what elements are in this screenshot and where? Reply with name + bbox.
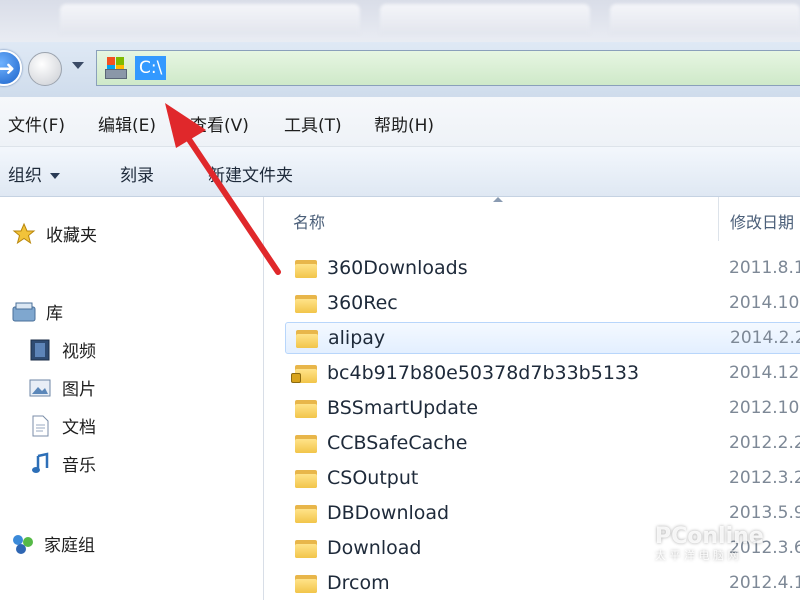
forward-button[interactable] (28, 52, 62, 86)
picture-icon (28, 376, 54, 400)
file-name: 360Rec (327, 292, 398, 314)
file-modified-date: 2013.5.9 (729, 503, 800, 523)
menu-file[interactable]: 文件(F) (8, 111, 65, 136)
drive-icon (103, 55, 129, 81)
menu-edit[interactable]: 编辑(E) (98, 111, 156, 136)
video-icon (28, 338, 54, 362)
address-path[interactable]: C:\ (135, 56, 167, 80)
file-name: 360Downloads (327, 257, 468, 279)
file-row[interactable]: Drcom 2012.4.1 (285, 567, 800, 599)
file-name: DBDownload (327, 502, 450, 524)
folder-icon (295, 398, 317, 418)
file-name: BSSmartUpdate (327, 397, 479, 419)
file-name: alipay (328, 327, 386, 349)
file-row[interactable]: CCBSafeCache 2012.2.2 (285, 427, 800, 459)
file-row[interactable]: 360Rec 2014.10 (285, 287, 800, 319)
homegroup-icon (10, 532, 36, 556)
blurred-tab[interactable] (60, 4, 360, 34)
column-header-row: 名称 修改日期 (265, 197, 800, 241)
column-name-header[interactable]: 名称 (293, 209, 325, 233)
nav-pictures-label: 图片 (62, 380, 96, 400)
file-modified-date: 2012.4.1 (729, 573, 800, 593)
browser-tab-strip (0, 0, 800, 42)
address-bar[interactable]: C:\ (96, 50, 800, 86)
nav-favorites-label: 收藏夹 (46, 226, 97, 246)
watermark-logo: PConline 太 平 洋 电 脑 网 (655, 524, 764, 563)
blurred-tab[interactable] (380, 4, 590, 34)
file-row[interactable]: alipay 2014.2.2 (285, 322, 800, 354)
nav-libraries-label: 库 (46, 304, 63, 324)
nav-libraries[interactable]: 库 (12, 299, 63, 324)
nav-documents-label: 文档 (62, 418, 96, 438)
nav-pictures[interactable]: 图片 (28, 375, 96, 400)
file-row[interactable]: BSSmartUpdate 2012.10 (285, 392, 800, 424)
column-divider[interactable] (718, 197, 719, 241)
nav-videos[interactable]: 视频 (28, 337, 96, 362)
file-modified-date: 2014.10 (729, 293, 800, 313)
nav-music[interactable]: 音乐 (28, 451, 96, 476)
locked-folder-icon (291, 363, 317, 383)
nav-documents[interactable]: 文档 (28, 413, 96, 438)
file-modified-date: 2012.10 (729, 398, 800, 418)
folder-icon (295, 503, 317, 523)
new-folder-button[interactable]: 新建文件夹 (208, 161, 293, 186)
folder-icon (295, 258, 317, 278)
watermark-main: PConline (655, 524, 764, 549)
file-row[interactable]: CSOutput 2012.3.2 (285, 462, 800, 494)
nav-videos-label: 视频 (62, 342, 96, 362)
nav-homegroup[interactable]: 家庭组 (10, 531, 95, 556)
explorer-window: ➜ C:\ 文件(F) 编辑(E) 查看(V) 工具(T) 帮助(H) 组织 刻… (0, 0, 800, 600)
music-icon (28, 451, 54, 476)
folder-icon (295, 468, 317, 488)
command-bar: 组织 刻录 新建文件夹 (0, 147, 800, 197)
file-modified-date: 2014.2.2 (730, 328, 800, 348)
folder-icon (295, 433, 317, 453)
menu-help[interactable]: 帮助(H) (374, 111, 434, 136)
menu-bar: 文件(F) 编辑(E) 查看(V) 工具(T) 帮助(H) (0, 97, 800, 147)
file-name: CCBSafeCache (327, 432, 468, 454)
folder-icon (295, 573, 317, 593)
file-modified-date: 2012.3.2 (729, 468, 800, 488)
file-modified-date: 2014.12 (729, 363, 800, 383)
navigation-pane: 收藏夹 库 视频 图片 文档 音乐 家庭组 (0, 197, 264, 600)
nav-music-label: 音乐 (62, 456, 96, 476)
document-icon (28, 414, 54, 438)
burn-button[interactable]: 刻录 (120, 161, 154, 186)
folder-icon (296, 328, 318, 348)
library-icon (12, 300, 38, 324)
star-icon (12, 222, 38, 246)
file-name: Drcom (327, 572, 390, 594)
folder-icon (295, 538, 317, 558)
folder-icon (295, 293, 317, 313)
file-modified-date: 2011.8.1 (729, 258, 800, 278)
nav-homegroup-label: 家庭组 (44, 536, 95, 556)
organize-label: 组织 (8, 166, 42, 186)
organize-button[interactable]: 组织 (8, 161, 60, 186)
chevron-down-icon (50, 173, 60, 179)
column-date-header[interactable]: 修改日期 (730, 209, 794, 233)
blurred-tab[interactable] (610, 4, 800, 34)
file-row[interactable]: 360Downloads 2011.8.1 (285, 252, 800, 284)
sort-caret-icon (493, 197, 503, 202)
file-modified-date: 2012.2.2 (729, 433, 800, 453)
file-name: CSOutput (327, 467, 419, 489)
file-row[interactable]: bc4b917b80e50378d7b33b5133 2014.12 (285, 357, 800, 389)
menu-view[interactable]: 查看(V) (190, 111, 249, 136)
watermark-sub: 太 平 洋 电 脑 网 (655, 549, 739, 562)
recent-pages-dropdown-icon[interactable] (72, 62, 84, 69)
file-name: bc4b917b80e50378d7b33b5133 (327, 362, 640, 384)
menu-tools[interactable]: 工具(T) (284, 111, 342, 136)
nav-favorites[interactable]: 收藏夹 (12, 221, 97, 246)
